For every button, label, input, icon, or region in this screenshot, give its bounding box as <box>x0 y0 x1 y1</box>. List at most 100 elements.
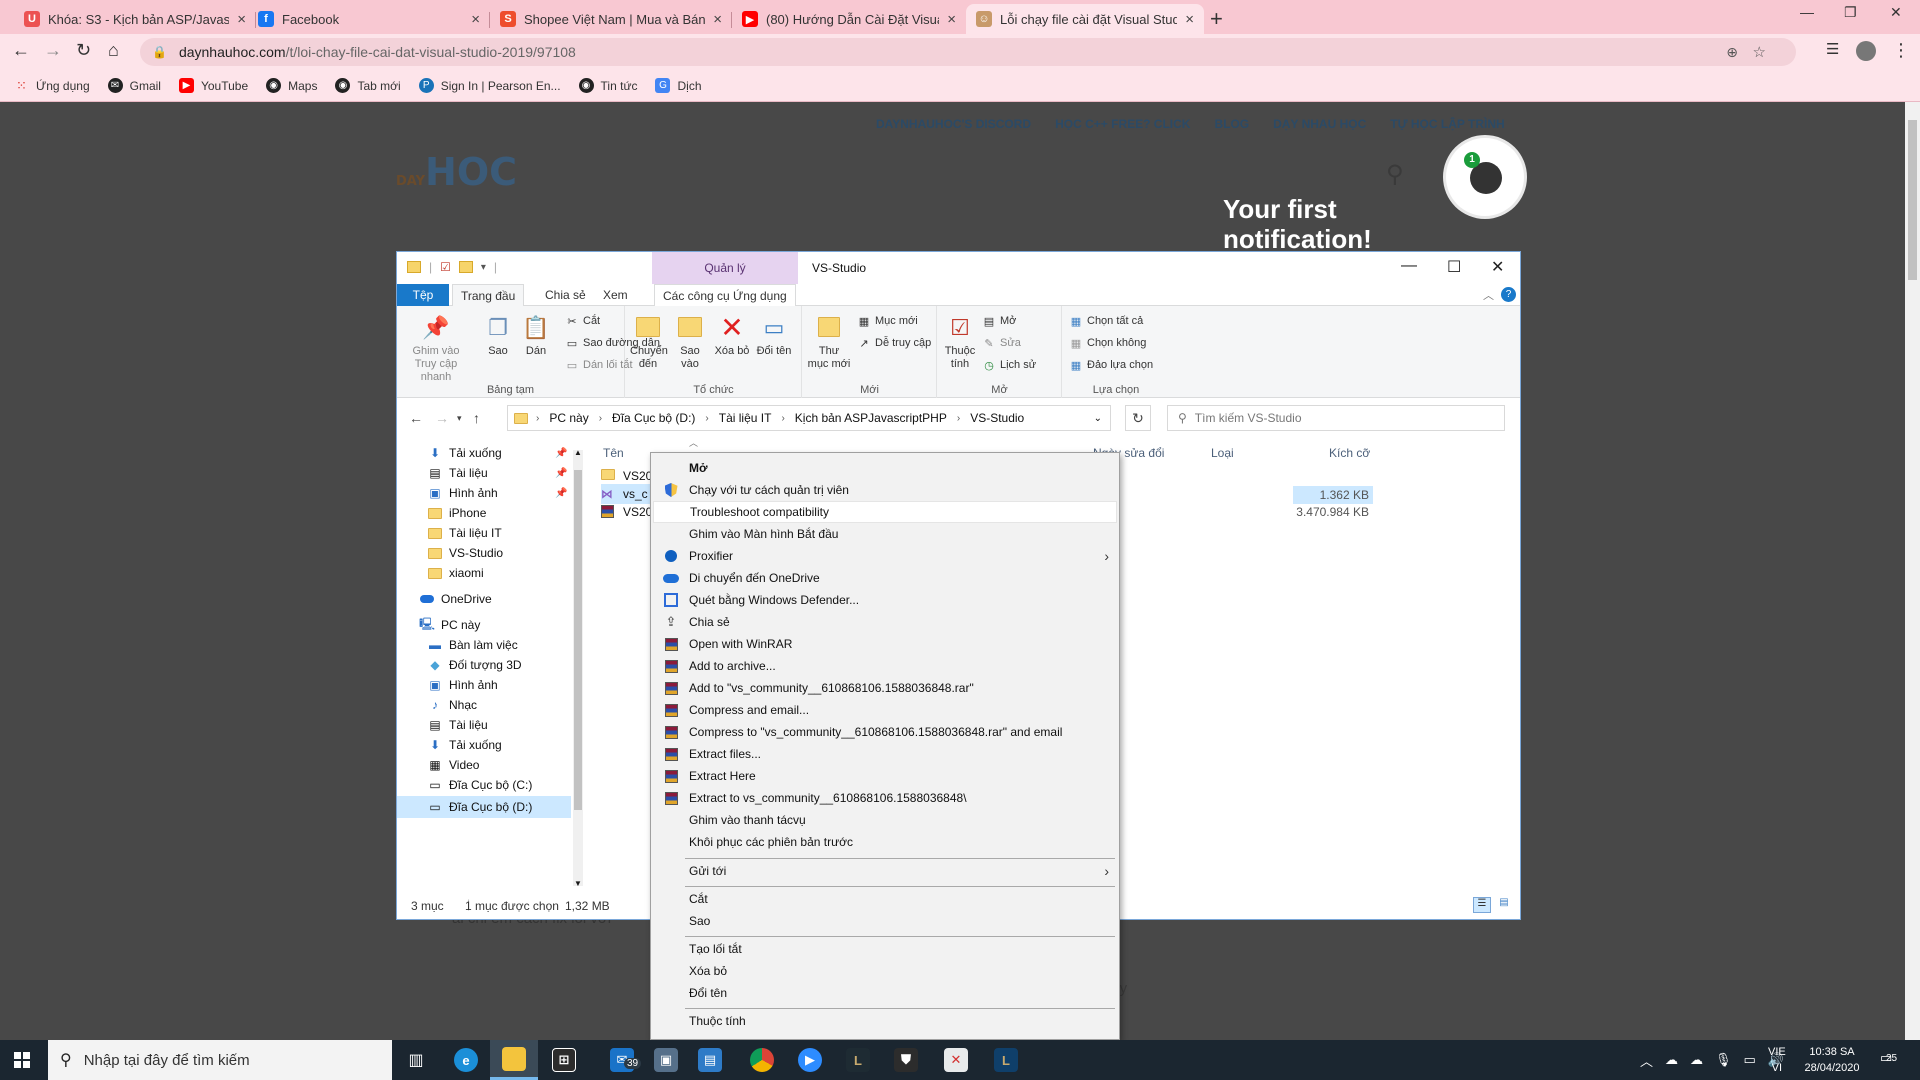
store-app[interactable]: ⊞ <box>540 1040 588 1080</box>
restore-icon[interactable]: ❐ <box>1844 4 1857 21</box>
pin-quick-access-button[interactable]: 📌 Ghim vào Truy cập nhanh <box>401 312 471 384</box>
minimize-icon[interactable]: — <box>1401 257 1417 275</box>
browser-tab-daynhauhoc[interactable]: ☺ Lỗi chạy file cài đặt Visual Studio × <box>966 4 1204 34</box>
network-icon[interactable]: ▭ <box>1744 1052 1756 1068</box>
app-red-x[interactable]: ✕ <box>932 1040 980 1080</box>
tab-share[interactable]: Chia sẻ <box>537 284 594 306</box>
breadcrumb-item[interactable]: PC này <box>549 411 588 425</box>
menu-item-add-to-rar[interactable]: Add to "vs_community__610868106.15880368… <box>653 677 1117 699</box>
forward-icon[interactable]: → <box>44 40 62 61</box>
edit-button[interactable]: ✎ Sửa <box>982 336 1020 350</box>
nav-item-iphone[interactable]: iPhone <box>427 506 486 520</box>
action-center-icon[interactable]: ▭ 25 <box>1880 1050 1897 1066</box>
site-nav-cpp[interactable]: HỌC C++ FREE? CLICK <box>1055 117 1190 131</box>
bookmark-pearson[interactable]: P Sign In | Pearson En... <box>418 78 561 93</box>
nav-item-drive-c[interactable]: ▭ Đĩa Cục bộ (C:) <box>427 778 532 792</box>
breadcrumb-item[interactable]: VS-Studio <box>970 411 1024 425</box>
address-bar[interactable]: 🔒 daynhauhoc.com/t/loi-chay-file-cai-dat… <box>140 38 1796 66</box>
nav-item-vs-studio[interactable]: VS-Studio <box>427 546 503 560</box>
menu-item-open[interactable]: Mở <box>653 457 1117 479</box>
bookmark-apps[interactable]: ⁙ Ứng dụng <box>14 78 90 93</box>
breadcrumb-item[interactable]: Tài liệu IT <box>719 411 772 425</box>
explorer-address-bar[interactable]: › PC này › Đĩa Cục bộ (D:) › Tài liệu IT › … <box>507 405 1111 431</box>
windows-start-icon[interactable] <box>14 1052 30 1068</box>
easy-access-button[interactable]: ↗ Dễ truy cập <box>857 336 931 350</box>
menu-item-run-as-admin[interactable]: Chạy với tư cách quản trị viên <box>653 479 1117 501</box>
menu-item-send-to[interactable]: Gửi tới › <box>653 860 1117 882</box>
browser-tab-facebook[interactable]: f Facebook × <box>248 4 490 34</box>
close-icon[interactable]: × <box>947 11 956 28</box>
close-icon[interactable]: × <box>1185 11 1194 28</box>
chevron-down-icon[interactable]: ⌄ <box>1094 413 1102 424</box>
rename-button[interactable]: ▭ Đổi tên <box>756 312 792 358</box>
breadcrumb-item[interactable]: Đĩa Cục bộ (D:) <box>612 411 695 425</box>
taskbar-clock[interactable]: 10:38 SA 28/04/2020 <box>1792 1044 1872 1076</box>
nav-scrollbar[interactable]: ▲ ▼ <box>573 448 583 888</box>
menu-item-defender-scan[interactable]: Quét bằng Windows Defender... <box>653 589 1117 611</box>
nav-item-documents[interactable]: ▤ Tài liệu 📌 <box>427 466 567 480</box>
nav-item-desktop[interactable]: ▬ Bàn làm việc <box>427 638 518 652</box>
scroll-up-icon[interactable]: ▲ <box>574 448 582 457</box>
paste-shortcut-button[interactable]: ▭ Dán lối tắt <box>565 358 633 372</box>
new-tab-button[interactable]: + <box>1210 6 1223 32</box>
browser-tab-khoa[interactable]: U Khóa: S3 - Kịch bản ASP/Javascript × <box>14 4 256 34</box>
invert-selection-button[interactable]: ▦ Đảo lựa chọn <box>1069 358 1153 372</box>
copy-button[interactable]: ❐ Sao <box>483 312 513 358</box>
menu-item-copy[interactable]: Sao <box>653 910 1117 932</box>
tab-home[interactable]: Trang đầu <box>452 284 525 307</box>
lol-client-app[interactable]: L <box>982 1040 1030 1080</box>
tab-application-tools[interactable]: Các công cụ Ứng dụng <box>654 284 796 306</box>
nav-item-tailieu-it[interactable]: Tài liệu IT <box>427 526 502 540</box>
browser-tab-youtube[interactable]: ▶ (80) Hướng Dẫn Cài Đặt Visual St × <box>732 4 966 34</box>
bookmark-maps[interactable]: ◉ Maps <box>266 78 317 93</box>
details-view-icon[interactable]: ☰ <box>1473 897 1491 913</box>
nav-item-downloads-pc[interactable]: ⬇ Tải xuống <box>427 738 502 752</box>
breadcrumb-item[interactable]: Kịch bản ASPJavascriptPHP <box>795 411 947 425</box>
bookmark-new-tab[interactable]: ◉ Tab mới <box>335 78 401 93</box>
file-explorer-app[interactable] <box>490 1040 538 1080</box>
chevron-down-icon[interactable]: ▾ <box>481 262 486 273</box>
new-item-button[interactable]: ▦ Mục mới <box>857 314 918 328</box>
menu-item-extract-files[interactable]: Extract files... <box>653 743 1117 765</box>
control-app[interactable]: ▤ <box>686 1040 734 1080</box>
menu-item-cut[interactable]: Cắt <box>653 888 1117 910</box>
cloud-icon[interactable]: ☁ <box>1690 1052 1703 1068</box>
explorer-search-input[interactable]: ⚲ Tìm kiếm VS-Studio <box>1167 405 1505 431</box>
menu-item-share[interactable]: ⇪ Chia sẻ <box>653 611 1117 633</box>
column-header-type[interactable]: Loại <box>1211 446 1234 460</box>
app-generic[interactable]: ▣ <box>642 1040 690 1080</box>
column-header-size[interactable]: Kích cỡ <box>1329 446 1370 460</box>
reload-icon[interactable]: ↻ <box>76 40 91 61</box>
nav-item-drive-d[interactable]: ▭ Đĩa Cục bộ (D:) <box>397 796 571 818</box>
task-view-button[interactable]: ▥ <box>392 1040 440 1080</box>
open-button[interactable]: ▤ Mở <box>982 314 1017 328</box>
tab-view[interactable]: Xem <box>595 284 636 306</box>
scrollbar-thumb[interactable] <box>1908 120 1917 280</box>
menu-item-delete[interactable]: Xóa bỏ <box>653 960 1117 982</box>
help-icon[interactable]: ? <box>1501 287 1516 302</box>
history-button[interactable]: ◷ Lịch sử <box>982 358 1036 372</box>
move-to-button[interactable]: Chuyển đến <box>630 312 668 371</box>
menu-item-pin-start[interactable]: Ghim vào Màn hình Bắt đầu <box>653 523 1117 545</box>
zoom-app[interactable]: ▶ <box>786 1040 834 1080</box>
menu-item-open-winrar[interactable]: Open with WinRAR <box>653 633 1117 655</box>
nav-item-video[interactable]: ▦ Video <box>427 758 479 772</box>
nav-item-music[interactable]: ♪ Nhạc <box>427 698 477 712</box>
bookmark-star-icon[interactable]: ☆ <box>1753 43 1766 61</box>
scroll-down-icon[interactable]: ▼ <box>574 879 582 888</box>
onedrive-icon[interactable]: ☁ <box>1665 1052 1678 1068</box>
copy-to-button[interactable]: Sao vào <box>672 312 708 371</box>
menu-item-extract-here[interactable]: Extract Here <box>653 765 1117 787</box>
reading-list-icon[interactable]: ☰ <box>1826 40 1839 58</box>
taskbar-search-input[interactable]: ⚲ Nhập tại đây để tìm kiếm <box>48 1040 392 1080</box>
bookmark-youtube[interactable]: ▶ YouTube <box>178 78 248 93</box>
close-icon[interactable]: ✕ <box>1491 257 1504 277</box>
site-nav-blog[interactable]: BLOG <box>1214 117 1249 131</box>
menu-item-compress-to-rar-email[interactable]: Compress to "vs_community__610868106.158… <box>653 721 1117 743</box>
select-all-button[interactable]: ▦ Chọn tất cả <box>1069 314 1143 328</box>
chevron-up-icon[interactable]: ︿ <box>1640 1051 1653 1070</box>
search-icon[interactable]: ⚲ <box>1386 160 1404 189</box>
security-app[interactable]: ⛊ <box>882 1040 930 1080</box>
home-icon[interactable]: ⌂ <box>108 40 119 61</box>
menu-item-pin-taskbar[interactable]: Ghim vào thanh tácvụ <box>653 809 1117 831</box>
